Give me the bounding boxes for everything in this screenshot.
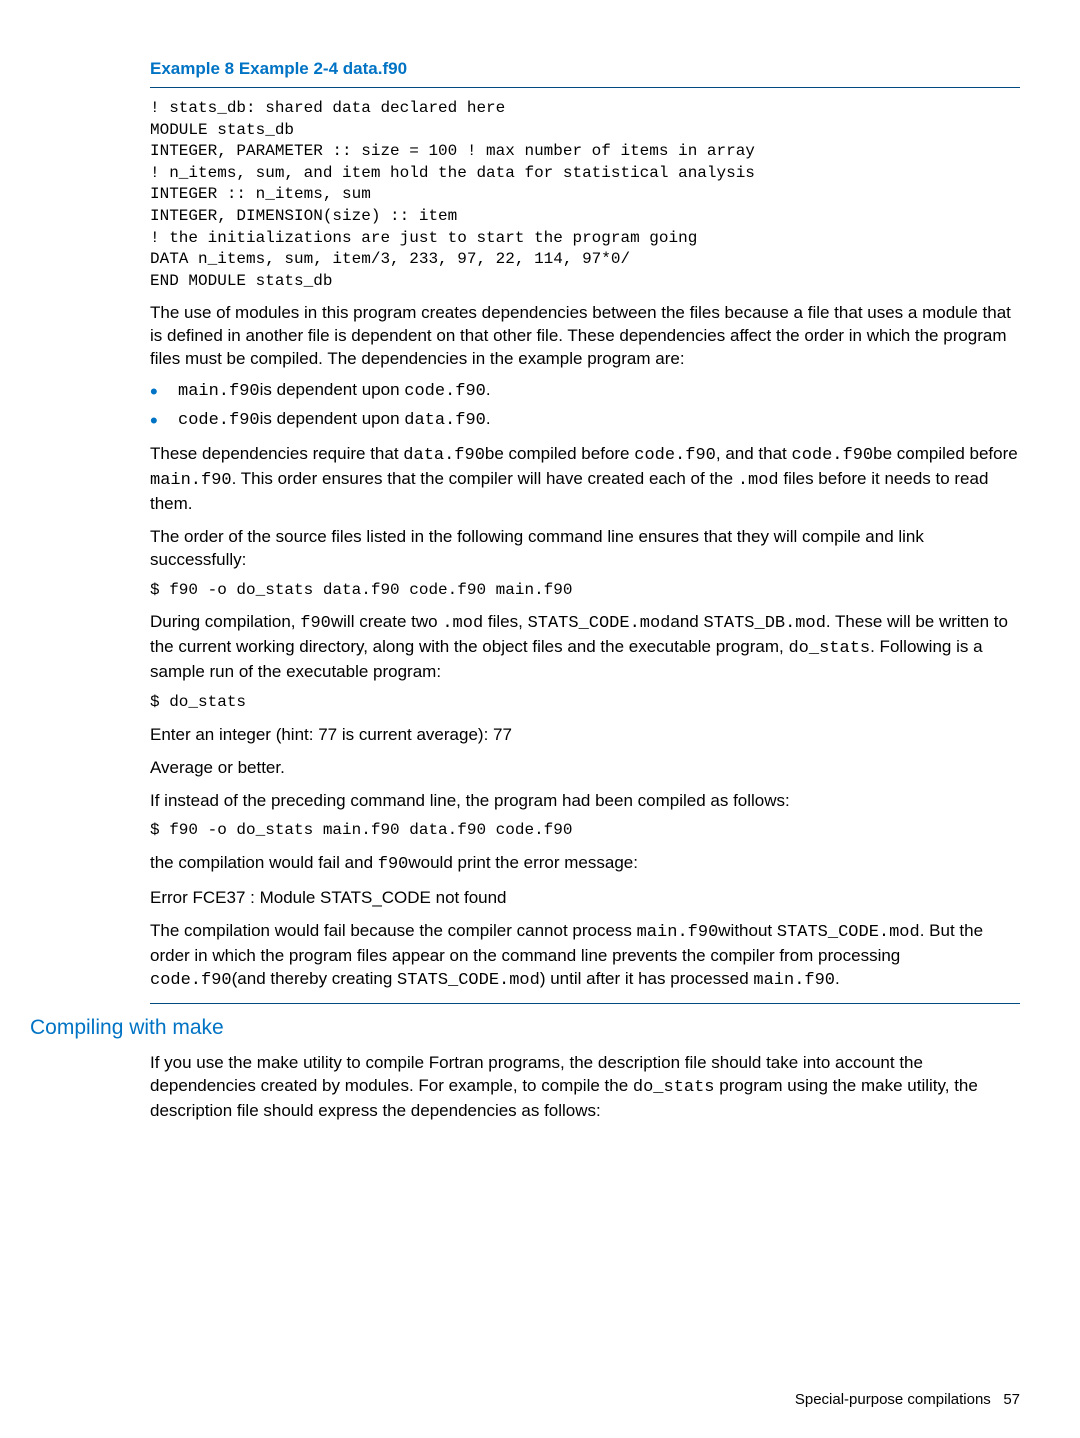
code-inline: code.f90 bbox=[150, 971, 232, 990]
code-inline: STATS_DB.mod bbox=[703, 614, 825, 633]
footer-page-number: 57 bbox=[1003, 1391, 1020, 1408]
para-enter-integer: Enter an integer (hint: 77 is current av… bbox=[150, 724, 1020, 747]
bullet-main: main.f90is dependent upon code.f90. bbox=[150, 379, 1020, 404]
cmd-compile-wrong: $ f90 -o do_stats main.f90 data.f90 code… bbox=[150, 820, 1020, 842]
code-block-data-f90: ! stats_db: shared data declared here MO… bbox=[150, 98, 1020, 292]
text-inline: files, bbox=[483, 612, 527, 631]
code-inline: .mod bbox=[738, 471, 779, 490]
para-fail-reason: The compilation would fail because the c… bbox=[150, 920, 1020, 993]
para-dependencies-intro: The use of modules in this program creat… bbox=[150, 302, 1020, 371]
code-inline: code.f90 bbox=[792, 446, 874, 465]
code-inline: .mod bbox=[442, 614, 483, 633]
bullet-code: code.f90is dependent upon data.f90. bbox=[150, 408, 1020, 433]
text-inline: , and that bbox=[716, 444, 792, 463]
code-inline: do_stats bbox=[633, 1078, 715, 1097]
text-inline: During compilation, bbox=[150, 612, 300, 631]
text-inline: . bbox=[486, 380, 491, 399]
para-during-compilation: During compilation, f90will create two .… bbox=[150, 611, 1020, 684]
text-inline: is dependent upon bbox=[260, 380, 405, 399]
bullet-list: main.f90is dependent upon code.f90. code… bbox=[150, 379, 1020, 433]
code-inline: f90 bbox=[300, 614, 331, 633]
section-title-compiling-make: Compiling with make bbox=[30, 1014, 1020, 1042]
para-error: Error FCE37 : Module STATS_CODE not foun… bbox=[150, 887, 1020, 910]
cmd-compile-correct: $ f90 -o do_stats data.f90 code.f90 main… bbox=[150, 580, 1020, 602]
text-inline: would print the error message: bbox=[408, 853, 638, 872]
para-fail-msg: the compilation would fail and f90would … bbox=[150, 852, 1020, 877]
code-inline: do_stats bbox=[788, 639, 870, 658]
code-inline: STATS_CODE.mod bbox=[528, 614, 671, 633]
para-make: If you use the make utility to compile F… bbox=[150, 1052, 1020, 1123]
text-inline: be compiled before bbox=[873, 444, 1018, 463]
text-inline: without bbox=[718, 921, 777, 940]
code-inline: STATS_CODE.mod bbox=[777, 923, 920, 942]
code-inline: f90 bbox=[378, 855, 409, 874]
code-inline: data.f90 bbox=[403, 446, 485, 465]
code-inline: main.f90 bbox=[150, 471, 232, 490]
code-inline: data.f90 bbox=[404, 411, 486, 430]
text-inline: be compiled before bbox=[485, 444, 634, 463]
code-inline: code.f90 bbox=[634, 446, 716, 465]
code-inline: main.f90 bbox=[637, 923, 719, 942]
code-inline: main.f90 bbox=[753, 971, 835, 990]
code-inline: code.f90 bbox=[178, 411, 260, 430]
footer-label: Special-purpose compilations bbox=[795, 1391, 991, 1408]
code-inline: STATS_CODE.mod bbox=[397, 971, 540, 990]
text-inline: ) until after it has processed bbox=[540, 969, 754, 988]
para-instead: If instead of the preceding command line… bbox=[150, 790, 1020, 813]
text-inline: is dependent upon bbox=[260, 409, 405, 428]
para-average: Average or better. bbox=[150, 757, 1020, 780]
text-inline: will create two bbox=[331, 612, 442, 631]
para-order-required: These dependencies require that data.f90… bbox=[150, 443, 1020, 516]
page-footer: Special-purpose compilations 57 bbox=[795, 1390, 1020, 1410]
para-order-success: The order of the source files listed in … bbox=[150, 526, 1020, 572]
text-inline: (and thereby creating bbox=[232, 969, 397, 988]
example-title: Example 8 Example 2-4 data.f90 bbox=[150, 58, 1020, 81]
code-inline: main.f90 bbox=[178, 382, 260, 401]
text-inline: The compilation would fail because the c… bbox=[150, 921, 637, 940]
cmd-run-do-stats: $ do_stats bbox=[150, 692, 1020, 714]
text-inline: . bbox=[486, 409, 491, 428]
text-inline: . This order ensures that the compiler w… bbox=[232, 469, 738, 488]
code-inline: code.f90 bbox=[404, 382, 486, 401]
text-inline: the compilation would fail and bbox=[150, 853, 378, 872]
page-content: Example 8 Example 2-4 data.f90 ! stats_d… bbox=[0, 0, 1080, 1438]
text-inline: . bbox=[835, 969, 840, 988]
rule-bottom bbox=[150, 1003, 1020, 1004]
rule-top bbox=[150, 87, 1020, 88]
text-inline: These dependencies require that bbox=[150, 444, 403, 463]
text-inline: and bbox=[670, 612, 703, 631]
